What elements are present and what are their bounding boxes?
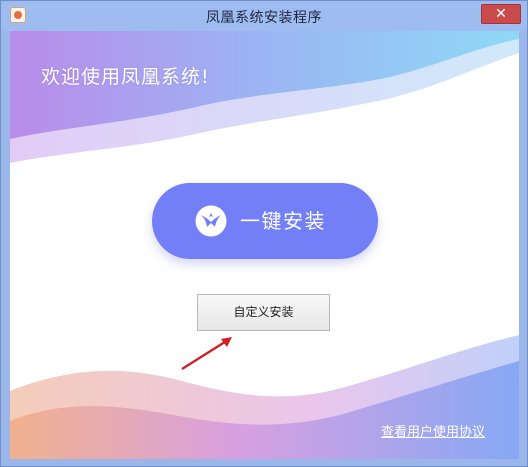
close-icon: ✕ [495, 6, 507, 22]
close-button[interactable]: ✕ [481, 4, 521, 24]
one-click-install-button[interactable]: 一键安装 [152, 183, 378, 259]
red-arrow-icon [181, 337, 232, 370]
installer-content: 欢迎使用凤凰系统! 一键安装 自定义安装 查看用户使用协议 [10, 31, 519, 459]
installer-window: 凤凰系统安装程序 ✕ 欢迎使用凤凰系统! 一键安装 自定义安装 查看用户使用协议 [0, 0, 528, 467]
one-click-install-label: 一键安装 [240, 209, 326, 233]
window-title: 凤凰系统安装程序 [206, 10, 322, 26]
welcome-heading: 欢迎使用凤凰系统! [41, 66, 210, 88]
title-bar: 凤凰系统安装程序 ✕ [1, 1, 527, 31]
user-agreement-link[interactable]: 查看用户使用协议 [381, 421, 485, 440]
phoenix-logo-icon [195, 205, 227, 237]
custom-install-button[interactable]: 自定义安装 [197, 294, 330, 331]
